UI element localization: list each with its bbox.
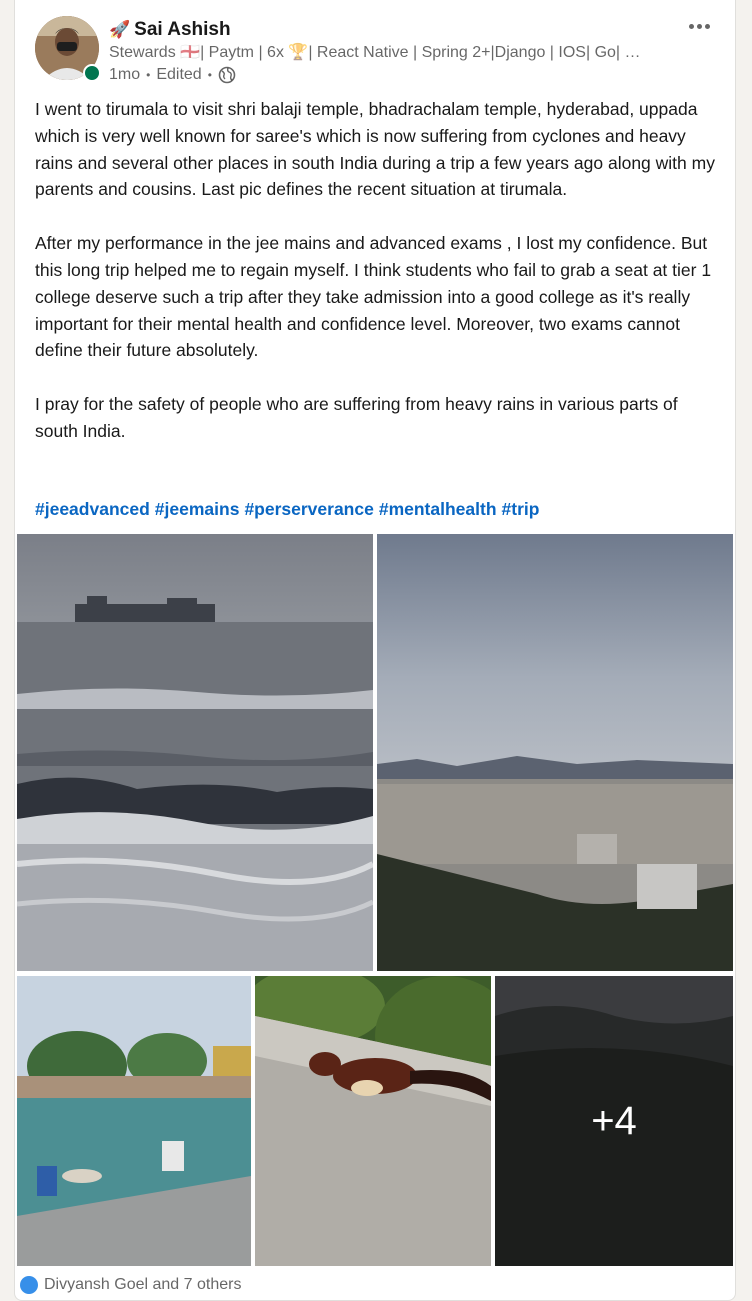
temple-tank-photo [17, 976, 251, 1266]
online-status-indicator [83, 64, 101, 82]
hashtag-link[interactable]: #mentalhealth [379, 496, 497, 522]
squirrel-photo [255, 976, 491, 1266]
rocket-icon: 🚀 [109, 20, 131, 39]
post-time: 1mo [109, 66, 141, 83]
hashtag-link[interactable]: #trip [502, 496, 540, 522]
more-options-button[interactable] [681, 14, 717, 38]
more-dot-icon [688, 23, 694, 29]
sea-photo [17, 534, 373, 971]
edited-label: Edited [156, 66, 202, 83]
like-reaction-icon [20, 1276, 38, 1294]
post-paragraph: I went to tirumala to visit shri balaji … [35, 99, 715, 200]
post-card: 🚀 Sai Ashish Stewards 🏴󠁧󠁢󠁥󠁮󠁧󠁿| Paytm | 6… [14, 0, 736, 1301]
photo-city-view[interactable] [377, 534, 733, 971]
hashtag-link[interactable]: #jeemains [155, 496, 240, 522]
reactions-summary[interactable]: Divyansh Goel and 7 others [44, 1276, 241, 1294]
separator-dot: • [146, 68, 151, 82]
globe-icon [218, 66, 236, 84]
hashtag-link[interactable]: #perserverance [244, 496, 373, 522]
photo-temple-tank[interactable] [17, 976, 251, 1266]
more-dot-icon [704, 23, 710, 29]
author-headline: Stewards 🏴󠁧󠁢󠁥󠁮󠁧󠁿| Paytm | 6x 🏆| React Na… [109, 44, 641, 61]
hashtag-list: #jeeadvanced #jeemains #perserverance #m… [35, 496, 539, 522]
separator-dot: • [207, 68, 212, 82]
more-dot-icon [696, 23, 702, 29]
author-name[interactable]: Sai Ashish [134, 19, 230, 41]
city-photo [377, 534, 733, 971]
post-meta: 1mo • Edited • [109, 64, 236, 86]
photo-sea-waves[interactable] [17, 534, 373, 971]
hashtag-link[interactable]: #jeeadvanced [35, 496, 150, 522]
author-name-row[interactable]: 🚀 Sai Ashish [109, 18, 231, 42]
photo-squirrel[interactable] [255, 976, 491, 1266]
reactions-row[interactable]: Divyansh Goel and 7 others [20, 1276, 241, 1294]
photo-more[interactable]: +4 [495, 976, 733, 1266]
post-paragraph: I pray for the safety of people who are … [35, 394, 678, 441]
post-paragraph: After my performance in the jee mains an… [35, 233, 712, 361]
more-photos-count[interactable]: +4 [495, 976, 733, 1266]
post-body: I went to tirumala to visit shri balaji … [35, 96, 719, 472]
